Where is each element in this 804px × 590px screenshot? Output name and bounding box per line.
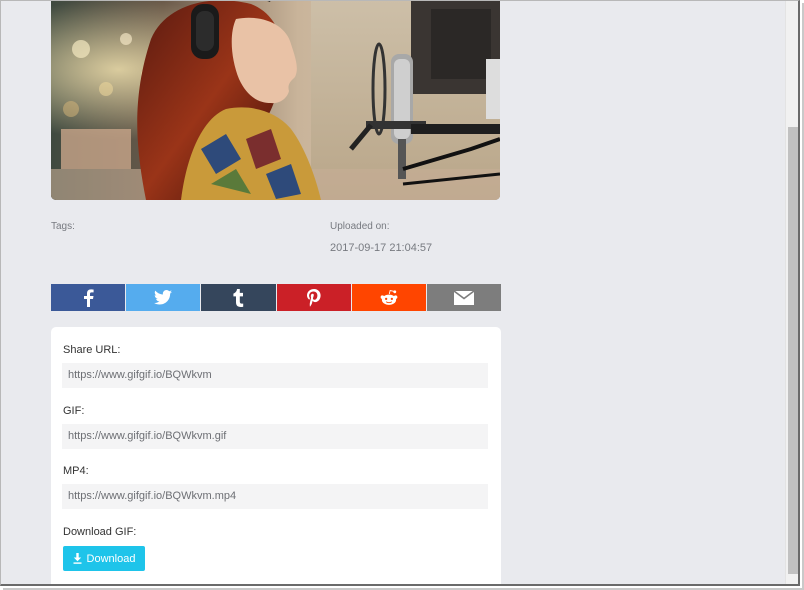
share-links-card: Share URL: GIF: MP4: Download GIF: Downl… [51,327,501,584]
pinterest-icon [306,288,321,307]
uploaded-value: 2017-09-17 21:04:57 [330,242,433,254]
twitter-icon [154,290,173,305]
vertical-scrollbar[interactable] [785,1,798,584]
download-gif-label: Download GIF: [63,526,137,538]
browser-window: Tags: Uploaded on: 2017-09-17 21:04:57 S… [0,0,800,586]
uploaded-label: Uploaded on: [330,221,390,232]
download-button-label: Download [86,552,136,565]
social-share-bar [51,284,502,311]
gif-label: GIF: [63,405,85,417]
share-email-button[interactable] [426,284,502,311]
email-icon [453,290,474,305]
facebook-icon [84,288,94,307]
share-facebook-button[interactable] [51,284,126,311]
share-twitter-button[interactable] [126,284,201,311]
share-pinterest-button[interactable] [276,284,351,311]
download-button[interactable]: Download [63,546,145,571]
share-url-label: Share URL: [63,344,121,356]
gif-url-input[interactable] [62,424,488,449]
tags-label: Tags: [51,221,75,232]
share-reddit-button[interactable] [351,284,426,311]
tumblr-icon [233,288,244,307]
mp4-url-input[interactable] [62,484,488,509]
video-frame-image [51,1,500,200]
share-url-input[interactable] [62,363,488,388]
reddit-icon [380,289,398,305]
download-icon [73,553,82,564]
video-player[interactable] [51,1,500,200]
scrollbar-thumb[interactable] [788,127,798,574]
share-tumblr-button[interactable] [201,284,276,311]
mp4-label: MP4: [63,465,89,477]
page-content: Tags: Uploaded on: 2017-09-17 21:04:57 S… [1,1,785,584]
